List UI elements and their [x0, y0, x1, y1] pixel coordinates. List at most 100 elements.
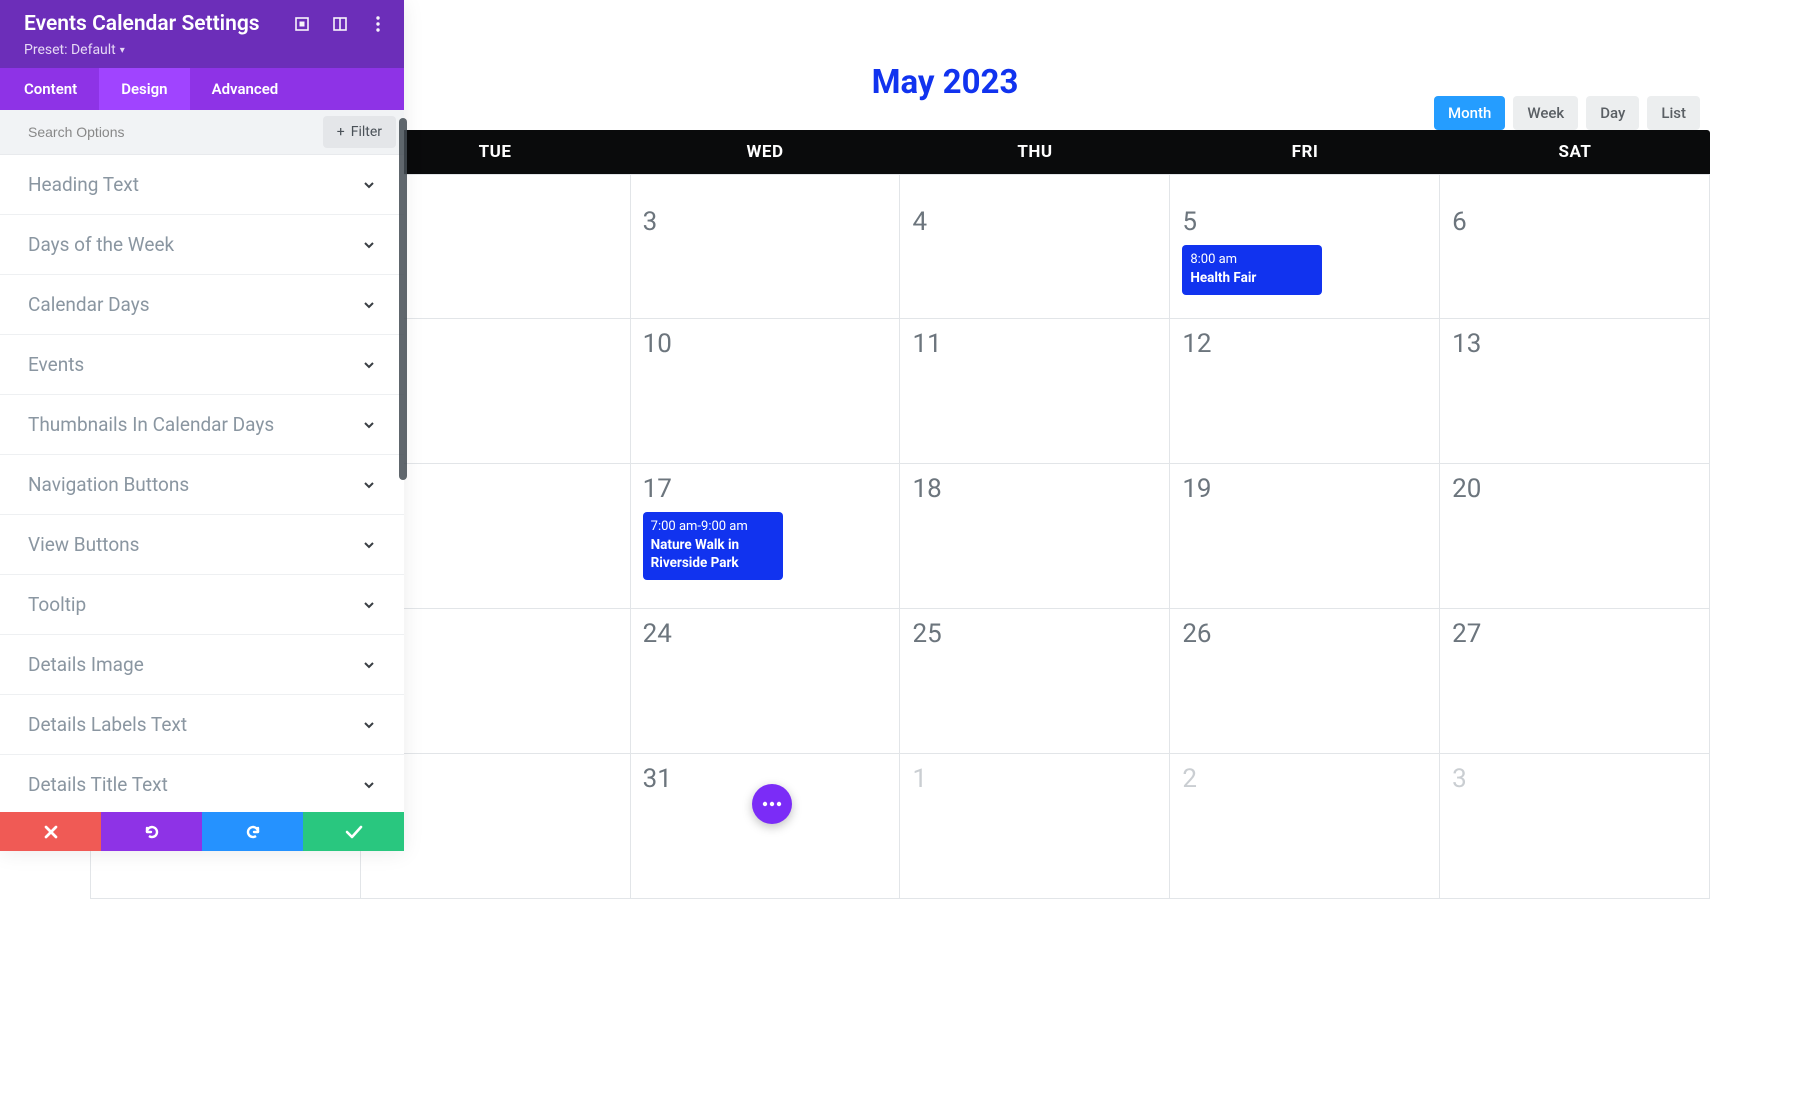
panel-scrollbar[interactable]	[399, 118, 407, 480]
calendar-day-cell[interactable]: 19	[1170, 464, 1440, 609]
option-label: Details Labels Text	[28, 713, 187, 736]
option-row[interactable]: Details Image	[0, 635, 404, 695]
view-day-button[interactable]: Day	[1586, 96, 1639, 130]
option-row[interactable]: Calendar Days	[0, 275, 404, 335]
day-number: 9	[373, 329, 618, 359]
option-label: Heading Text	[28, 173, 139, 196]
option-row[interactable]: View Buttons	[0, 515, 404, 575]
day-number: 5	[1182, 207, 1427, 237]
calendar-day-cell[interactable]: 20	[1440, 464, 1710, 609]
search-input[interactable]	[0, 112, 323, 152]
dots-icon	[762, 801, 782, 807]
chevron-down-icon	[362, 658, 376, 672]
save-button[interactable]	[303, 812, 404, 851]
option-row[interactable]: Days of the Week	[0, 215, 404, 275]
calendar-day-cell[interactable]: 10	[631, 319, 901, 464]
event-title: Nature Walk in Riverside Park	[651, 536, 775, 572]
chevron-down-icon	[362, 598, 376, 612]
snap-icon[interactable]	[332, 16, 348, 32]
option-row[interactable]: Details Title Text	[0, 755, 404, 815]
panel-title: Events Calendar Settings	[24, 12, 260, 36]
day-number: 2	[373, 207, 618, 237]
event-chip[interactable]: 8:00 amHealth Fair	[1182, 245, 1322, 295]
event-title: Health Fair	[1190, 269, 1314, 287]
calendar-day-cell[interactable]: 26	[1170, 609, 1440, 754]
option-label: Tooltip	[28, 593, 86, 616]
option-row[interactable]: Events	[0, 335, 404, 395]
calendar-day-cell[interactable]: 4	[900, 174, 1170, 319]
option-row[interactable]: Tooltip	[0, 575, 404, 635]
calendar-day-cell[interactable]: 13	[1440, 319, 1710, 464]
undo-button[interactable]	[101, 812, 202, 851]
day-number: 18	[912, 474, 1157, 504]
view-week-button[interactable]: Week	[1513, 96, 1578, 130]
calendar-day-cell[interactable]: 24	[631, 609, 901, 754]
chevron-down-icon	[362, 718, 376, 732]
calendar-day-cell[interactable]: 11	[900, 319, 1170, 464]
expand-icon[interactable]	[294, 16, 310, 32]
panel-footer	[0, 812, 404, 851]
day-number: 30	[373, 764, 618, 794]
option-row[interactable]: Navigation Buttons	[0, 455, 404, 515]
day-number: 24	[643, 619, 888, 649]
redo-icon	[244, 823, 262, 841]
view-month-button[interactable]: Month	[1434, 96, 1505, 130]
calendar-day-cell[interactable]: 31	[631, 754, 901, 899]
calendar-day-cell[interactable]: 177:00 am-9:00 amNature Walk in Riversid…	[631, 464, 901, 609]
day-number: 2	[1182, 764, 1427, 794]
calendar-day-cell[interactable]: 12	[1170, 319, 1440, 464]
view-list-button[interactable]: List	[1647, 96, 1700, 130]
day-number: 12	[1182, 329, 1427, 359]
day-number: 23	[373, 619, 618, 649]
day-number: 6	[1452, 207, 1697, 237]
cancel-button[interactable]	[0, 812, 101, 851]
more-icon[interactable]	[370, 16, 386, 32]
tab-advanced[interactable]: Advanced	[190, 68, 301, 110]
option-label: Calendar Days	[28, 293, 150, 316]
day-number: 27	[1452, 619, 1697, 649]
chevron-down-icon	[362, 418, 376, 432]
event-time: 7:00 am-9:00 am	[651, 518, 775, 536]
preset-dropdown[interactable]: Preset: Default	[24, 42, 125, 58]
option-label: Details Title Text	[28, 773, 168, 796]
panel-tabs: Content Design Advanced	[0, 68, 404, 110]
day-number: 3	[643, 207, 888, 237]
fab-more-button[interactable]	[752, 784, 792, 824]
view-buttons: Month Week Day List	[1434, 96, 1700, 130]
option-row[interactable]: Heading Text	[0, 155, 404, 215]
calendar-day-cell[interactable]: 3	[1440, 754, 1710, 899]
undo-icon	[143, 823, 161, 841]
calendar-day-cell[interactable]: 1	[900, 754, 1170, 899]
day-number: 20	[1452, 474, 1697, 504]
calendar-day-cell[interactable]: 5 8:00 amHealth Fair	[1170, 174, 1440, 319]
calendar-day-cell[interactable]: 18	[900, 464, 1170, 609]
option-label: Details Image	[28, 653, 144, 676]
day-number: 25	[912, 619, 1157, 649]
filter-button[interactable]: Filter	[323, 116, 396, 148]
option-label: Days of the Week	[28, 233, 174, 256]
calendar-day-cell[interactable]: 3	[631, 174, 901, 319]
day-number: 11	[912, 329, 1157, 359]
tab-content[interactable]: Content	[0, 68, 99, 110]
option-row[interactable]: Thumbnails In Calendar Days	[0, 395, 404, 455]
day-number: 16	[373, 474, 618, 504]
calendar-day-cell[interactable]: 2	[1170, 754, 1440, 899]
option-row[interactable]: Details Labels Text	[0, 695, 404, 755]
redo-button[interactable]	[202, 812, 303, 851]
close-icon	[44, 825, 58, 839]
chevron-down-icon	[362, 778, 376, 792]
chevron-down-icon	[362, 178, 376, 192]
calendar-day-cell[interactable]: 6	[1440, 174, 1710, 319]
calendar-day-cell[interactable]: 25	[900, 609, 1170, 754]
day-header-cell: SAT	[1440, 130, 1710, 174]
calendar-title: May 2023	[872, 63, 1019, 102]
panel-header: Events Calendar Settings Preset: Default	[0, 0, 404, 68]
day-number: 1	[912, 764, 1157, 794]
chevron-down-icon	[362, 358, 376, 372]
event-chip[interactable]: 7:00 am-9:00 amNature Walk in Riverside …	[643, 512, 783, 580]
calendar-day-cell[interactable]: 27	[1440, 609, 1710, 754]
day-number: 26	[1182, 619, 1427, 649]
tab-design[interactable]: Design	[99, 68, 189, 110]
settings-panel: Events Calendar Settings Preset: Default…	[0, 0, 404, 851]
event-time: 8:00 am	[1190, 251, 1314, 269]
